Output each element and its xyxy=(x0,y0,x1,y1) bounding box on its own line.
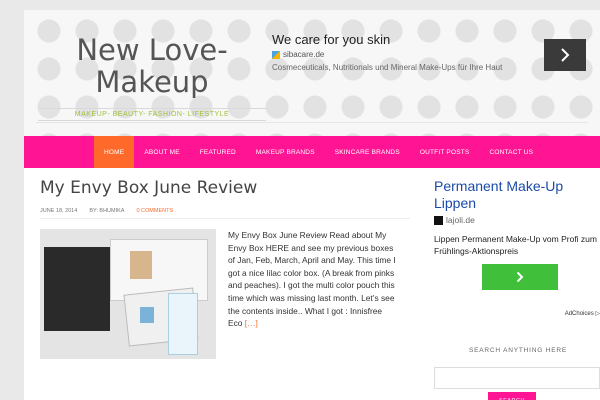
post-date: JUNE 18, 2014 xyxy=(40,208,78,214)
search-input[interactable] xyxy=(434,367,600,389)
blog-post: My Envy Box June Review JUNE 18, 2014 BY… xyxy=(40,178,410,369)
post-meta: JUNE 18, 2014 BY: BHUMIKA 0 COMMENTS xyxy=(40,208,410,219)
read-more-link[interactable]: […] xyxy=(245,318,258,328)
product-swatch-2 xyxy=(140,307,154,323)
nav-item-home[interactable]: HOME xyxy=(94,136,135,168)
main-nav: HOME ABOUT ME FEATURED MAKEUP BRANDS SKI… xyxy=(24,136,600,168)
favicon-icon xyxy=(272,50,280,59)
product-tube xyxy=(168,293,198,355)
sidebar: Permanent Make-Up Lippen lajoli.de Lippe… xyxy=(434,178,600,290)
side-ad-domain[interactable]: lajoli.de xyxy=(434,215,600,225)
page: New Love-Makeup MAKEUP- BEAUTY- FASHION-… xyxy=(24,10,600,400)
side-ad-description: Lippen Permanent Make-Up vom Profi zum F… xyxy=(434,234,597,256)
post-title[interactable]: My Envy Box June Review xyxy=(40,178,410,198)
search-heading: SEARCH ANYTHING HERE xyxy=(469,347,567,354)
side-ad-domain-text: lajoli.de xyxy=(446,215,475,225)
adchoices-label[interactable]: AdChoices ▷ xyxy=(565,310,600,317)
top-ad-banner[interactable]: We care for you skin sibacare.de Cosmece… xyxy=(272,32,598,92)
tagline-row: MAKEUP- BEAUTY- FASHION- LIFESTYLE xyxy=(38,108,266,121)
product-swatch xyxy=(130,251,152,279)
nav-item-about-me[interactable]: ABOUT ME xyxy=(134,136,189,168)
chevron-right-icon xyxy=(516,271,524,283)
site-tagline: MAKEUP- BEAUTY- FASHION- LIFESTYLE xyxy=(74,111,230,118)
top-ad-button[interactable] xyxy=(544,39,586,71)
chevron-right-icon xyxy=(561,48,570,62)
site-title[interactable]: New Love-Makeup xyxy=(38,34,266,98)
post-excerpt: My Envy Box June Review Read about My En… xyxy=(228,229,398,330)
side-ad[interactable]: Permanent Make-Up Lippen lajoli.de Lippe… xyxy=(434,178,600,290)
nav-item-featured[interactable]: FEATURED xyxy=(190,136,246,168)
header-divider xyxy=(36,122,588,123)
post-excerpt-text: My Envy Box June Review Read about My En… xyxy=(228,230,396,329)
product-box xyxy=(44,247,110,331)
search-button[interactable]: SEARCH xyxy=(488,392,536,400)
nav-item-makeup-brands[interactable]: MAKEUP BRANDS xyxy=(246,136,325,168)
favicon-icon xyxy=(434,215,443,225)
nav-item-outfit-posts[interactable]: OUTFIT POSTS xyxy=(410,136,480,168)
site-logo[interactable]: New Love-Makeup MAKEUP- BEAUTY- FASHION-… xyxy=(38,34,266,121)
post-comments-link[interactable]: 0 COMMENTS xyxy=(136,208,173,214)
post-author[interactable]: BY: BHUMIKA xyxy=(89,208,124,214)
side-ad-title[interactable]: Permanent Make-Up Lippen xyxy=(434,178,600,212)
top-ad-domain-text: sibacare.de xyxy=(283,50,325,59)
nav-item-contact-us[interactable]: CONTACT US xyxy=(479,136,543,168)
post-body: My Envy Box June Review Read about My En… xyxy=(40,229,410,369)
post-thumbnail[interactable] xyxy=(40,229,216,359)
site-header: New Love-Makeup MAKEUP- BEAUTY- FASHION-… xyxy=(24,10,600,136)
side-ad-button[interactable] xyxy=(482,264,558,290)
nav-item-skincare-brands[interactable]: SKINCARE BRANDS xyxy=(325,136,410,168)
